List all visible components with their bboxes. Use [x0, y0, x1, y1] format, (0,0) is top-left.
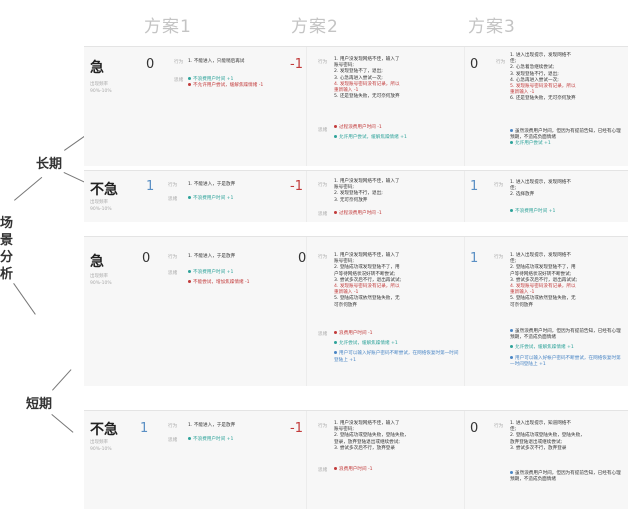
plan-2-emotions: 浪费用户时间 -1 允许尝试，缓解焦躁情绪 +1 用户可以输入好账户密码不断尝试…: [334, 331, 459, 363]
plan-3-emotions: 虽然浪费用户时间，但因为有提前告知，已经有心理预期，不造成负面情绪: [510, 471, 621, 483]
plan-1-score: 0: [142, 251, 151, 266]
frequency-meta: 出现频率 90%-10%: [90, 440, 112, 452]
plan-1-emotions: 不浪费用户时间 +1 不允许用户尝试，缓解焦躁情绪 -1: [188, 77, 298, 89]
plan-2-action: 1. 用户没发现网络不佳，输入了 账号密码; 2. 登陆成功或发现登陆不了，用 户等待…: [334, 253, 402, 308]
action-label: 行为: [168, 424, 178, 429]
emotion-label: 思绪: [318, 468, 328, 473]
plan-1-score: 0: [146, 57, 155, 72]
plan-1-emotions: 不浪费用户时间 +1: [188, 196, 298, 202]
urgency-label: 急: [90, 60, 104, 76]
action-label: 行为: [318, 183, 328, 188]
plan-2-score: -1: [290, 421, 303, 436]
emotion-label: 思绪: [318, 332, 328, 337]
action-label: 行为: [494, 424, 504, 429]
emotion-label: 思绪: [168, 438, 178, 443]
connector-line: [52, 369, 72, 391]
plan-3-emotions: 虽然浪费用户时间，但因为有提前告知，已经有心理预期，不造成负面情绪 允许用户尝试…: [510, 129, 621, 147]
connector-line: [14, 176, 43, 201]
scenario-analysis-label: 场景分析: [0, 216, 14, 282]
short-term-label: 短期: [26, 397, 53, 412]
connector-line: [13, 283, 36, 315]
action-label: 行为: [494, 255, 504, 260]
action-label: 行为: [168, 255, 178, 260]
emotion-label: 思绪: [168, 197, 178, 202]
plan-2-score: -1: [290, 179, 303, 194]
plan-2-emotions: 过程浪费用户时间 -1 允许用户尝试，缓解焦躁情绪 +1: [334, 125, 459, 141]
plan-2-score: 0: [298, 251, 307, 266]
scenario-block-short-urgent: 急 出现频率 90%-10% 0 行为 1. 不能进入，于是放弃 思绪 不浪费用户…: [84, 236, 628, 386]
plan-3-action: 1. 进入出现提示，发现网络不 佳; 2. 登陆成功或发现登陆不了，用 户等待网络状况…: [510, 253, 578, 308]
plan-1-action: 1. 不能进入，于是放弃: [188, 423, 236, 428]
frequency-meta: 出现频率 90%-10%: [90, 274, 112, 286]
action-label: 行为: [318, 424, 328, 429]
scenario-block-short-not-urgent: 不急 出现频率 90%-10% 1 行为 1. 不能进入，于是放弃 思绪 不浪费用…: [84, 410, 628, 509]
emotion-label: 思绪: [318, 128, 328, 133]
action-label: 行为: [318, 255, 328, 260]
action-label: 行为: [494, 183, 504, 188]
action-label: 行为: [318, 60, 328, 65]
plan-2-emotions: 过程浪费用户时间 -1: [334, 211, 459, 217]
urgency-label: 急: [90, 254, 104, 270]
plan-1-emotions: 不浪费用户时间 +1: [188, 437, 298, 443]
plan-1-emotions: 不浪费用户时间 +1 不能尝试，增加焦躁情绪 -1: [188, 270, 298, 286]
emotion-label: 思绪: [168, 271, 178, 276]
emotion-label: 思绪: [174, 78, 184, 83]
plan-3-score: 0: [470, 57, 479, 72]
action-label: 行为: [496, 60, 506, 65]
urgency-label: 不急: [90, 422, 118, 438]
plan-1-score: 1: [140, 421, 149, 436]
plan-3-score: 1: [470, 179, 479, 194]
plan-3-emotions: 虽然浪费用户时间，但因为有提前告知，已经有心理预期，不造成负面情绪 允许尝试，缓…: [510, 329, 621, 367]
urgency-label: 不急: [90, 182, 118, 198]
emotion-label: 思绪: [318, 212, 328, 217]
plan-2-action: 1. 用户没发现网络不佳，输入了 账号密码; 2. 登陆成功或登陆失败，登陆失败，登…: [334, 421, 409, 451]
plan-3-action: 1. 进入出现提示，发现网络不 佳; 2. 选择放弃: [510, 180, 571, 198]
column-header-plan-3: 方案3: [468, 17, 516, 37]
plan-2-action: 1. 用户没发现网络不佳，输入了 账号密码; 2. 发现登陆不了，退出; 3. 心急再…: [334, 57, 400, 100]
long-term-label: 长期: [36, 157, 63, 172]
plan-3-action: 1. 进入出现提示，知道网络不 佳; 2. 登陆成功或登陆失败，登陆失败， 放弃登陆退…: [510, 421, 585, 451]
action-label: 行为: [168, 183, 178, 188]
plan-2-score: -1: [290, 57, 303, 72]
plan-1-action: 1. 不能进入，于是放弃: [188, 182, 236, 187]
action-label: 行为: [174, 60, 184, 65]
frequency-meta: 出现频率 90%-10%: [90, 82, 112, 94]
column-header-plan-2: 方案2: [291, 17, 339, 37]
column-header-plan-1: 方案1: [144, 17, 192, 37]
plan-2-action: 1. 用户没发现网络不佳，输入了 账号密码; 2. 发现登陆不行，退出; 3. 无可奈…: [334, 179, 400, 203]
plan-1-action: 1. 不能进入，于是放弃: [188, 254, 236, 259]
plan-3-score: 0: [470, 421, 479, 436]
plan-1-action: 1. 不能进入，只能稍后再试: [188, 59, 245, 64]
plan-3-score: 1: [470, 251, 479, 266]
scenario-block-long-not-urgent: 不急 出现频率 90%-10% 1 行为 1. 不能进入，于是放弃 思绪 不浪费用…: [84, 170, 628, 222]
connector-line: [51, 414, 74, 433]
frequency-meta: 出现频率 90%-10%: [90, 200, 112, 212]
scenario-block-long-urgent: 急 出现频率 90%-10% 0 行为 1. 不能进入，只能稍后再试 思绪 不浪费…: [84, 46, 628, 166]
plan-1-score: 1: [146, 179, 155, 194]
plan-3-action: 1. 进入出现提示，发现网络不 佳; 2. 心急着急继续尝试; 3. 发现登陆不行，退…: [510, 53, 576, 102]
plan-2-emotions: 浪费用户时间 -1: [334, 467, 459, 473]
plan-3-emotions: 不浪费用户时间 +1: [510, 209, 622, 215]
